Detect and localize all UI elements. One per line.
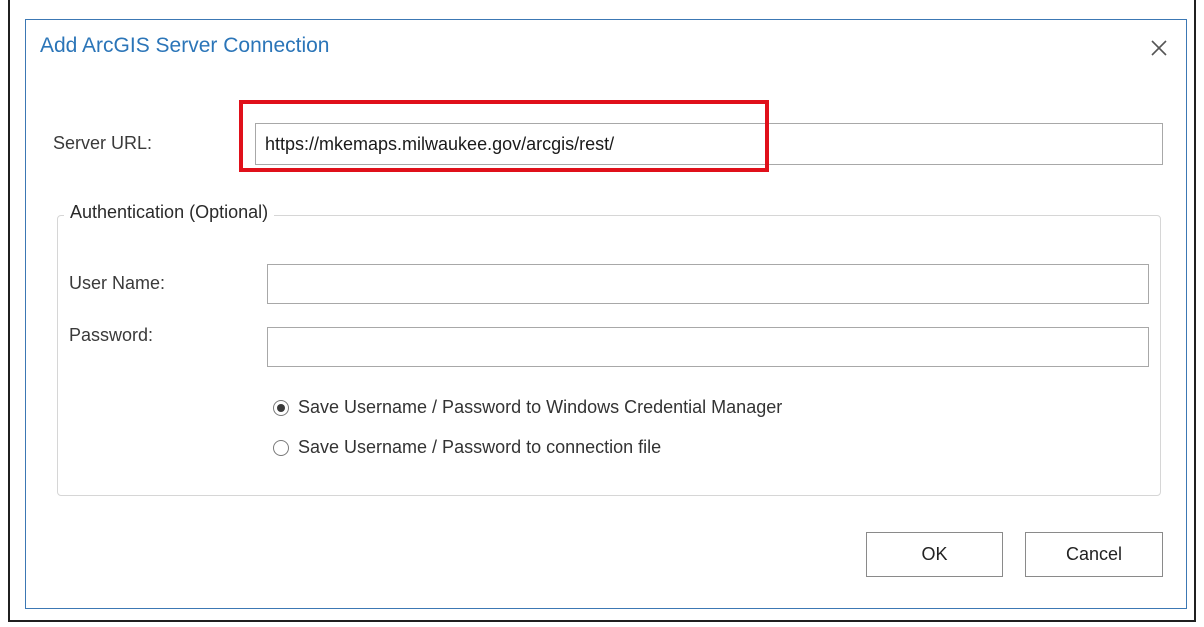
radio-credential-manager[interactable] xyxy=(273,399,289,416)
password-label: Password: xyxy=(69,325,154,345)
password-input[interactable] xyxy=(267,327,1149,367)
user-name-input[interactable] xyxy=(267,264,1149,304)
cancel-button-label: Cancel xyxy=(1065,544,1123,564)
save-to-credential-manager-option[interactable]: Save Username / Password to Windows Cred… xyxy=(273,397,782,418)
server-url-label: Server URL: xyxy=(53,133,153,153)
dialog-title: Add ArcGIS Server Connection xyxy=(40,34,330,57)
credential-manager-label: Save Username / Password to Windows Cred… xyxy=(298,397,783,417)
user-name-label: User Name: xyxy=(69,273,166,293)
radio-connection-file[interactable] xyxy=(273,439,289,456)
connection-file-label: Save Username / Password to connection f… xyxy=(298,437,662,457)
server-url-input[interactable] xyxy=(255,123,1163,165)
save-to-connection-file-option[interactable]: Save Username / Password to connection f… xyxy=(273,437,661,458)
ok-button-label: OK xyxy=(921,544,948,564)
close-icon[interactable] xyxy=(1147,36,1171,60)
cancel-button[interactable]: Cancel xyxy=(1025,532,1163,577)
ok-button[interactable]: OK xyxy=(866,532,1003,577)
authentication-legend: Authentication (Optional) xyxy=(64,202,275,223)
